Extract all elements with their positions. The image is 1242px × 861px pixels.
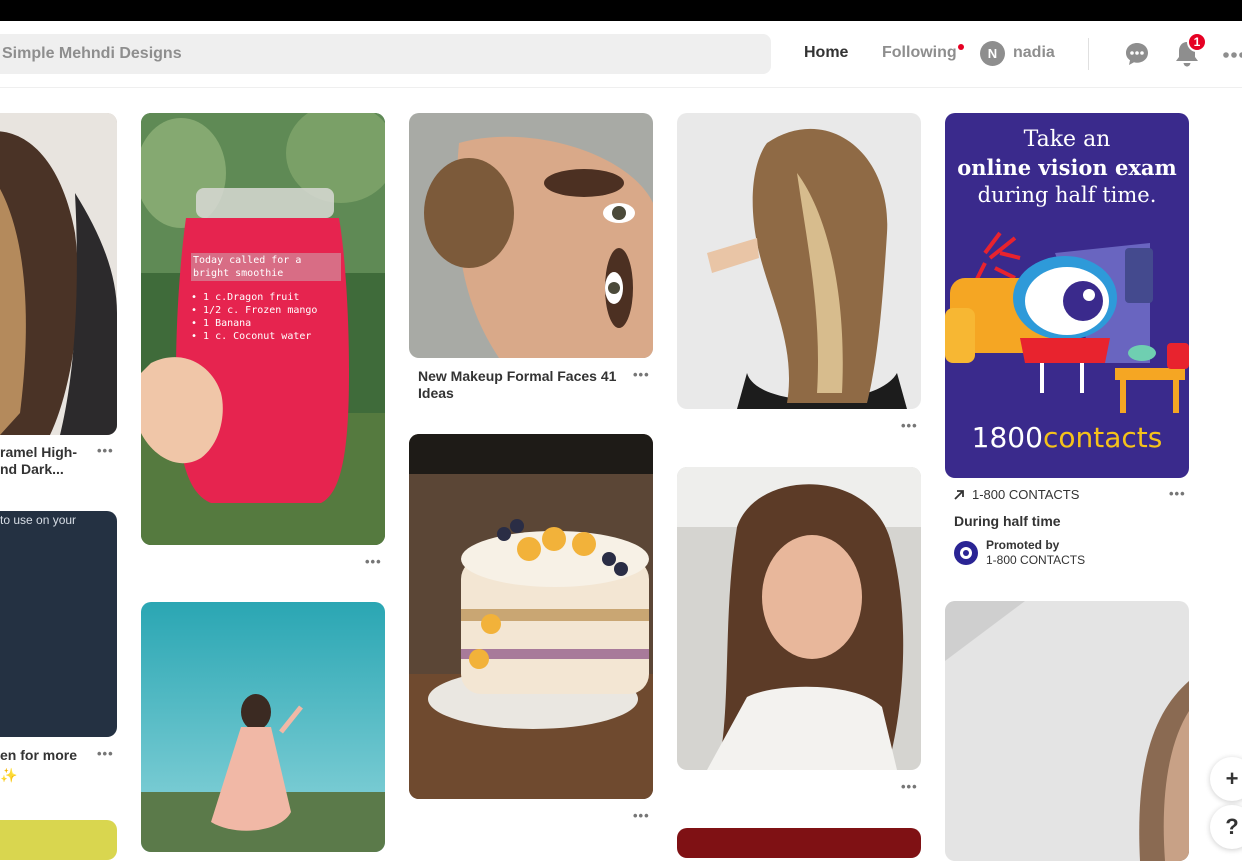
beach-image (141, 602, 385, 852)
pin-cake[interactable] (409, 434, 653, 799)
following-update-dot (958, 44, 964, 50)
ad-line-1: Take an (1023, 127, 1111, 152)
promoted-pin-ad[interactable]: Take an online vision exam during half t… (945, 113, 1189, 478)
hair-image (0, 113, 117, 435)
ad-line-3: during half time. (977, 183, 1157, 207)
card-text: to use on your (0, 513, 77, 527)
avatar[interactable]: N (980, 41, 1005, 66)
pin-caption[interactable]: New Makeup Formal Faces 41 Ideas (418, 368, 623, 402)
more-options-icon[interactable] (1222, 51, 1242, 59)
jar-item: • 1 c. Coconut water (191, 331, 312, 342)
ad-brand-number: 1800 (971, 421, 1043, 454)
pin-more-icon[interactable]: ••• (633, 808, 650, 823)
pin-beach-dress[interactable] (141, 602, 385, 852)
jar-item: • 1 Banana (191, 318, 252, 329)
top-bar (0, 0, 1242, 21)
jar-title: Today called for a bright smoothie (191, 253, 341, 281)
pin-hair-caramel[interactable] (0, 113, 117, 435)
profile-link[interactable]: nadia (1013, 44, 1055, 62)
pin-red[interactable] (677, 828, 921, 858)
pin-more-icon[interactable]: ••• (97, 443, 114, 458)
jar-item: • 1/2 c. Frozen mango (191, 305, 318, 316)
promoter-name[interactable]: 1-800 CONTACTS (986, 553, 1085, 567)
pin-balayage-hair[interactable] (677, 113, 921, 409)
nav-following[interactable]: Following (882, 44, 957, 62)
help-button[interactable]: ? (1210, 805, 1242, 849)
ad-illustration (945, 231, 1189, 413)
ad-source-link[interactable]: 1-800 CONTACTS (972, 487, 1079, 502)
pin-dark-card[interactable]: to use on your (0, 511, 117, 737)
nav-home[interactable]: Home (804, 44, 848, 62)
balayage-image (677, 113, 921, 409)
hair-closeup-image (945, 601, 1189, 861)
promoter-avatar-icon[interactable] (953, 540, 979, 566)
notification-badge: 1 (1187, 32, 1207, 52)
pin-more-icon[interactable]: ••• (901, 418, 918, 433)
add-button[interactable]: + (1210, 757, 1242, 801)
jar-item: • 1 c.Dragon fruit (191, 292, 300, 303)
search-query: Simple Mehndi Designs (2, 45, 182, 62)
makeup-image (409, 113, 653, 358)
cake-image (409, 434, 653, 799)
pin-more-icon[interactable]: ••• (97, 746, 114, 761)
portrait-image (677, 467, 921, 770)
ad-brand-word: contacts (1042, 421, 1163, 454)
pin-caption[interactable]: ramel High- nd Dark... (0, 444, 77, 478)
pin-caption[interactable]: en for more (0, 747, 77, 764)
external-link-arrow-icon (954, 490, 964, 500)
pin-yellow[interactable] (0, 820, 117, 860)
pin-more-icon[interactable]: ••• (365, 554, 382, 569)
pin-more-icon[interactable]: ••• (901, 779, 918, 794)
pin-makeup[interactable] (409, 113, 653, 358)
pin-hair-closeup[interactable] (945, 601, 1189, 861)
pin-smoothie[interactable]: Today called for a bright smoothie • 1 c… (141, 113, 385, 545)
messages-icon[interactable] (1124, 41, 1150, 67)
header: Simple Mehndi Designs Home Following N n… (0, 21, 1242, 88)
divider (1088, 38, 1089, 70)
pin-portrait[interactable] (677, 467, 921, 770)
pin-more-icon[interactable]: ••• (633, 367, 650, 382)
pin-more-icon[interactable]: ••• (1169, 486, 1186, 501)
sparkle-icon: ✨ (0, 767, 18, 783)
ad-line-2: online vision exam (957, 155, 1177, 180)
ad-title[interactable]: During half time (954, 513, 1061, 530)
promoted-by-label: Promoted by (986, 538, 1060, 552)
search-input[interactable]: Simple Mehndi Designs (0, 34, 771, 74)
